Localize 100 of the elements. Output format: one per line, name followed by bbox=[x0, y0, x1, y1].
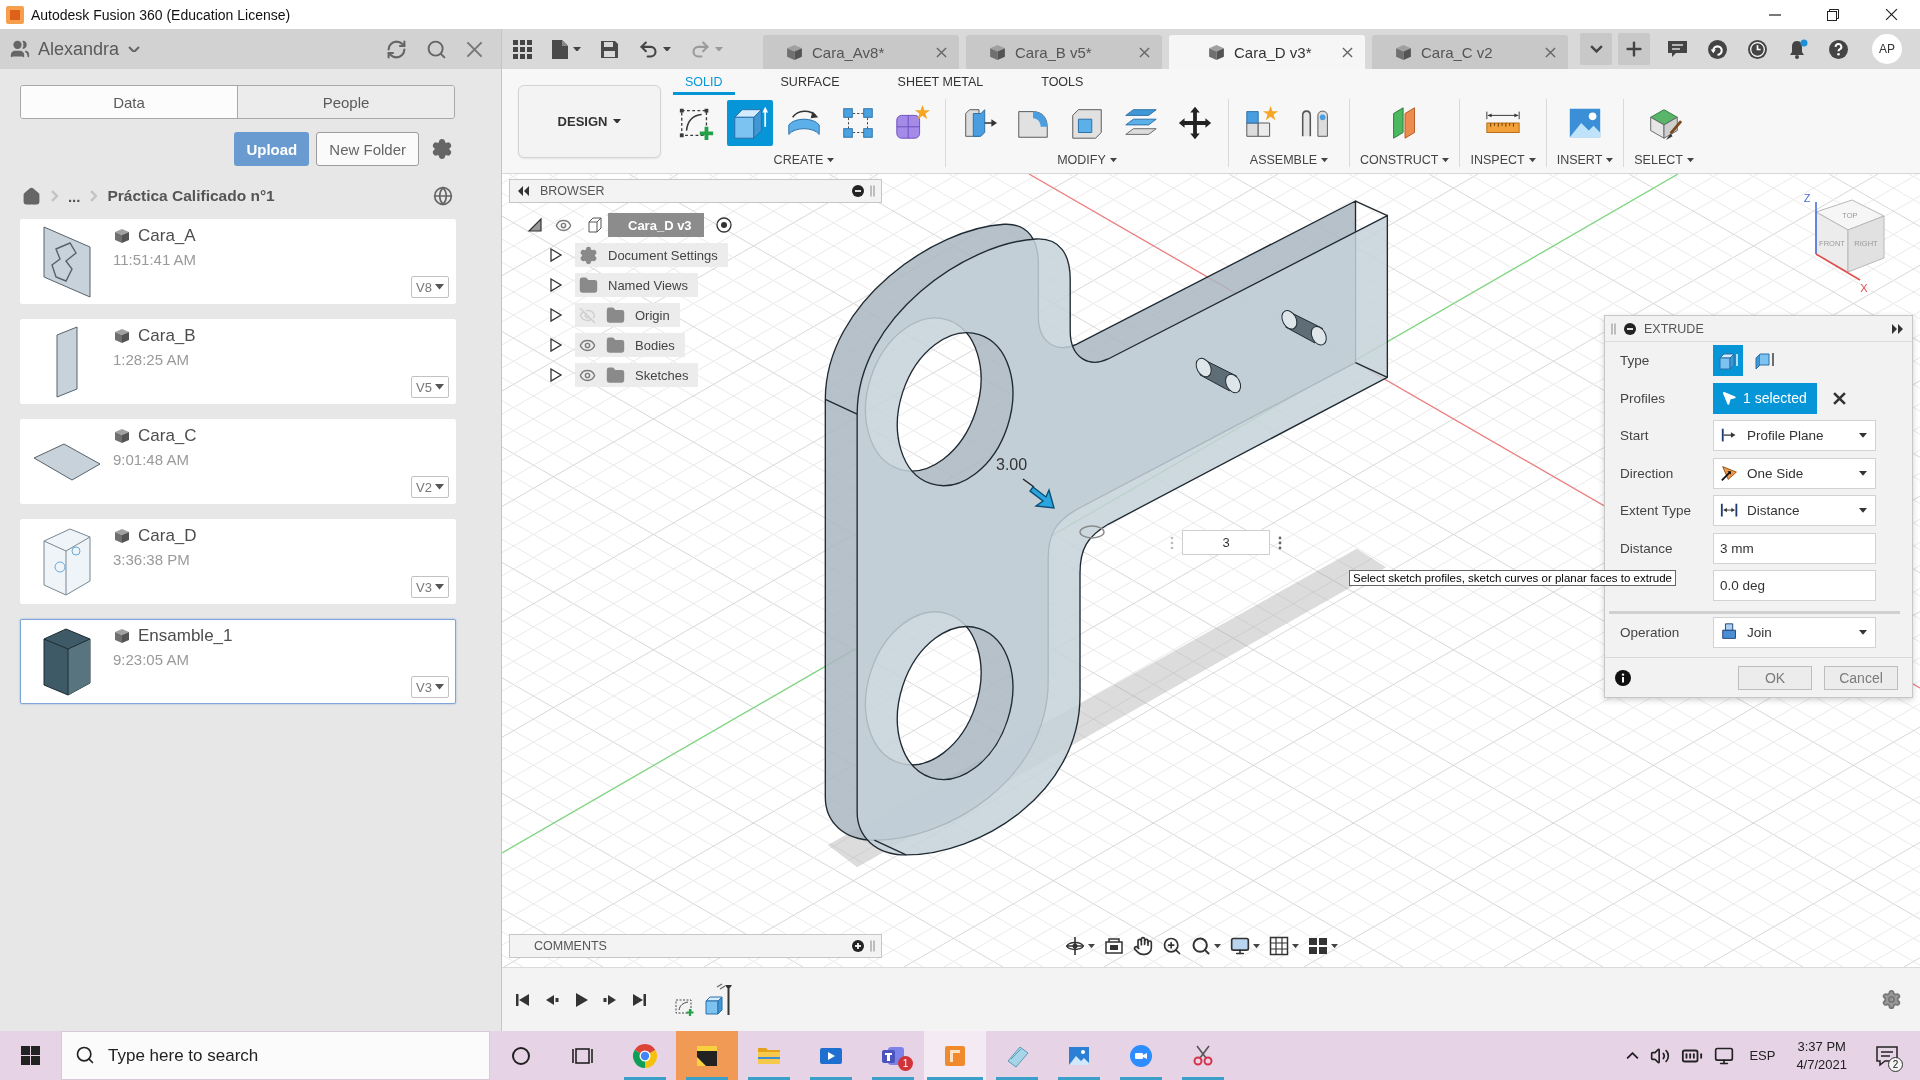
extrude-type-toggle[interactable] bbox=[1713, 345, 1743, 377]
help-icon[interactable] bbox=[1828, 38, 1849, 60]
caret-icon[interactable] bbox=[1214, 943, 1221, 949]
distance-field[interactable]: 3 mm bbox=[1713, 532, 1876, 564]
search-icon[interactable] bbox=[426, 38, 447, 60]
play-icon[interactable] bbox=[573, 991, 589, 1008]
speaker-icon[interactable] bbox=[1650, 1045, 1671, 1066]
chevron-up-icon[interactable] bbox=[1626, 1051, 1640, 1060]
skip-end-icon[interactable] bbox=[631, 991, 647, 1008]
version-dropdown[interactable]: V3 bbox=[411, 576, 449, 598]
close-icon[interactable] bbox=[936, 46, 947, 58]
tool-group-menu[interactable]: CREATE bbox=[773, 153, 835, 167]
file-card[interactable]: Ensamble_1 9:23:05 AM V3 bbox=[20, 619, 456, 704]
caret-icon[interactable] bbox=[1253, 943, 1260, 949]
caret-icon[interactable] bbox=[1088, 943, 1095, 949]
network-icon[interactable] bbox=[1714, 1045, 1735, 1066]
target-icon[interactable] bbox=[715, 217, 732, 233]
user-avatar[interactable]: AP bbox=[1872, 34, 1902, 64]
pivot-ring-icon[interactable] bbox=[1079, 525, 1105, 539]
notification-button[interactable]: 2 bbox=[1864, 1031, 1910, 1080]
collapse-icon[interactable] bbox=[518, 186, 530, 196]
settings-icon[interactable] bbox=[431, 138, 453, 160]
drag-arrow-icon[interactable] bbox=[1022, 478, 1058, 510]
file-card[interactable]: Cara_D 3:36:38 PM V3 bbox=[20, 519, 456, 604]
refresh-icon[interactable] bbox=[386, 38, 407, 60]
grid-icon[interactable] bbox=[513, 39, 532, 59]
tree-item[interactable]: Bodies bbox=[575, 333, 685, 357]
tree-item[interactable]: Document Settings bbox=[575, 243, 728, 267]
ribbon-tab[interactable]: SHEET METAL bbox=[885, 69, 996, 95]
version-dropdown[interactable]: V8 bbox=[411, 276, 449, 298]
settings-icon[interactable] bbox=[1881, 989, 1902, 1010]
expand-toggle-icon[interactable] bbox=[549, 367, 563, 383]
document-tab[interactable]: Cara_C v2 bbox=[1372, 35, 1568, 69]
dialog-button[interactable]: OK bbox=[1738, 665, 1812, 690]
workspace-dropdown[interactable]: DESIGN bbox=[518, 84, 661, 158]
minus-circle-icon[interactable] bbox=[852, 185, 864, 197]
tab-list-button[interactable] bbox=[1580, 33, 1612, 65]
breadcrumb-link[interactable]: ... bbox=[67, 187, 81, 205]
clock[interactable]: 3:37 PM 4/7/2021 bbox=[1790, 1037, 1853, 1074]
close-icon[interactable] bbox=[466, 40, 483, 58]
document-tab[interactable]: Cara_B v5* bbox=[966, 35, 1162, 69]
extent-dropdown[interactable]: Distance bbox=[1713, 495, 1876, 527]
close-icon[interactable] bbox=[1545, 46, 1556, 58]
plus-circle-icon[interactable] bbox=[852, 940, 864, 952]
version-dropdown[interactable]: V2 bbox=[411, 476, 449, 498]
caret-icon[interactable] bbox=[1292, 943, 1299, 949]
ribbon-tab[interactable]: TOOLS bbox=[1029, 69, 1096, 95]
globe-icon[interactable] bbox=[433, 186, 453, 206]
search-field[interactable]: Type here to search bbox=[61, 1031, 490, 1080]
panel-grip-icon[interactable] bbox=[870, 940, 875, 952]
home-icon[interactable] bbox=[22, 186, 41, 206]
undo-icon[interactable] bbox=[638, 38, 659, 60]
caret-icon[interactable] bbox=[1331, 943, 1338, 949]
zoom-icon[interactable] bbox=[1162, 936, 1182, 956]
document-tab[interactable]: Cara_Av8* bbox=[763, 35, 959, 69]
sync-status-icon[interactable] bbox=[1707, 38, 1728, 60]
grip-icon[interactable] bbox=[1170, 534, 1174, 551]
taskbar-app-button[interactable]: 1 bbox=[862, 1031, 924, 1080]
close-icon[interactable] bbox=[1139, 46, 1150, 58]
bell-icon[interactable] bbox=[1787, 38, 1809, 60]
tool-group-menu[interactable]: SELECT bbox=[1634, 153, 1694, 167]
tool-group-menu[interactable]: CONSTRUCT bbox=[1360, 153, 1450, 167]
operation-dropdown[interactable]: Join bbox=[1713, 616, 1876, 648]
extrude-feature-icon[interactable] bbox=[703, 982, 733, 1017]
expand-icon[interactable] bbox=[1892, 323, 1904, 334]
tree-item[interactable]: Origin bbox=[575, 303, 680, 327]
direction-dropdown[interactable]: One Side bbox=[1713, 457, 1876, 489]
grid-settings-icon[interactable] bbox=[1269, 936, 1289, 956]
distance-input[interactable]: 3 bbox=[1182, 530, 1270, 555]
more-icon[interactable] bbox=[1278, 534, 1282, 551]
tool-group-menu[interactable]: ASSEMBLE bbox=[1249, 153, 1329, 167]
document-tab[interactable]: Cara_D v3* bbox=[1169, 35, 1365, 69]
minus-circle-icon[interactable] bbox=[1624, 322, 1636, 335]
clock-icon[interactable] bbox=[1747, 38, 1768, 60]
taskbar-app-button[interactable] bbox=[676, 1031, 738, 1080]
orbit-icon[interactable] bbox=[1065, 936, 1085, 956]
save-icon[interactable] bbox=[600, 39, 619, 59]
display-settings-icon[interactable] bbox=[1230, 936, 1250, 956]
close-icon[interactable] bbox=[1342, 46, 1353, 58]
panel-grip-icon[interactable] bbox=[1611, 322, 1616, 335]
panel-tab[interactable]: People bbox=[237, 86, 454, 118]
tool-group-menu[interactable]: MODIFY bbox=[1057, 153, 1117, 167]
skip-start-icon[interactable] bbox=[515, 991, 531, 1008]
breadcrumb-link[interactable]: Práctica Calificado n°1 bbox=[107, 187, 275, 205]
comment-icon[interactable] bbox=[1667, 39, 1688, 59]
viewports-icon[interactable] bbox=[1308, 936, 1328, 956]
expand-toggle-icon[interactable] bbox=[549, 277, 563, 293]
info-icon[interactable] bbox=[1615, 669, 1631, 686]
new-folder-button[interactable]: New Folder bbox=[316, 132, 419, 166]
expand-toggle-icon[interactable] bbox=[549, 307, 563, 323]
tool-group-menu[interactable]: INSERT bbox=[1556, 153, 1614, 167]
zoom-fit-icon[interactable] bbox=[1191, 936, 1211, 956]
ribbon-tab[interactable]: SURFACE bbox=[768, 69, 852, 95]
look-at-icon[interactable] bbox=[1104, 936, 1124, 956]
expand-toggle-icon[interactable] bbox=[549, 247, 563, 263]
tool-group-menu[interactable]: INSPECT bbox=[1470, 153, 1536, 167]
file-card[interactable]: Cara_A 11:51:41 AM V8 bbox=[20, 219, 456, 304]
version-dropdown[interactable]: V5 bbox=[411, 376, 449, 398]
language-button[interactable]: ESP bbox=[1745, 1048, 1780, 1063]
user-menu[interactable]: Alexandra bbox=[38, 38, 141, 60]
